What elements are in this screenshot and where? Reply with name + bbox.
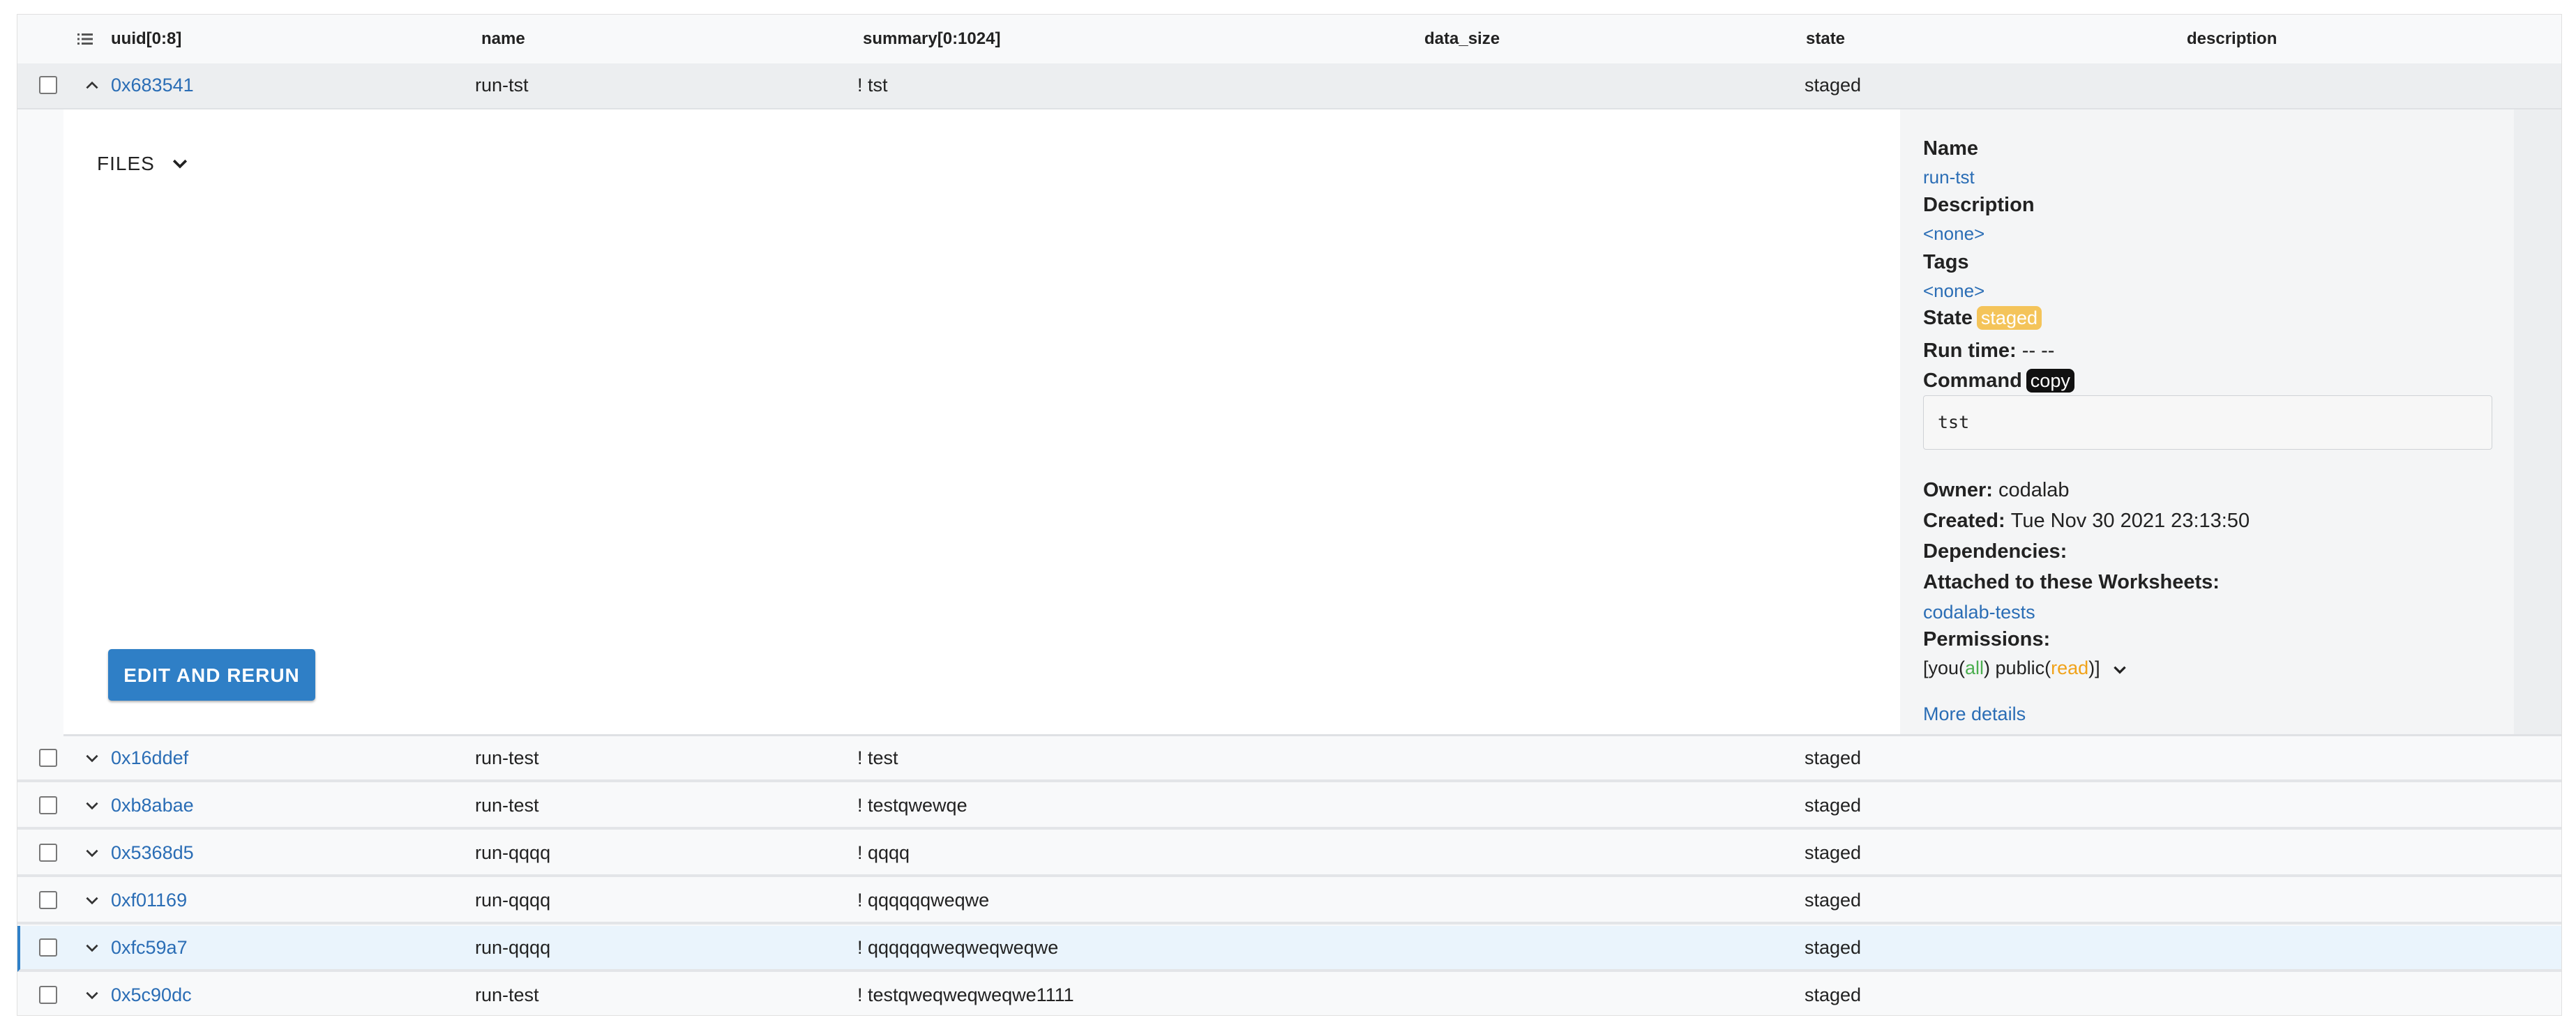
row-name: run-test (475, 984, 539, 1005)
row-state: staged (1805, 984, 1862, 1005)
row-checkbox[interactable] (39, 796, 57, 814)
row-checkbox[interactable] (39, 76, 57, 94)
created-row: Created: Tue Nov 30 2021 23:13:50 (1923, 510, 2250, 533)
tags-value[interactable]: <none> (1923, 280, 1984, 302)
header-description[interactable]: description (2187, 15, 2277, 63)
row-uuid-link[interactable]: 0x5368d5 (111, 831, 194, 874)
header-name[interactable]: name (481, 15, 525, 63)
table-row[interactable]: 0x16ddef run-test ! test staged (17, 736, 2561, 782)
row-name: run-tst (475, 75, 529, 96)
header-state[interactable]: state (1806, 15, 1845, 63)
perm-read: read (2051, 657, 2089, 678)
row-name: run-qqqq (475, 842, 551, 863)
perm-suffix: )] (2088, 657, 2100, 678)
state-label: State (1923, 307, 1973, 329)
row-summary: ! testqweqweqweqwe1111 (857, 984, 1074, 1005)
created-label: Created: (1923, 510, 2005, 532)
bundle-detail-panel: FILES EDIT AND RERUN Name run-tst Descri… (63, 109, 2561, 736)
row-summary: ! qqqqqqweqwe (857, 890, 990, 911)
description-label: Description (1923, 194, 2035, 216)
row-state: staged (1805, 75, 1862, 96)
name-value[interactable]: run-tst (1923, 167, 1975, 188)
command-box[interactable]: tst (1923, 395, 2492, 450)
table-header: uuid[0:8] name summary[0:1024] data_size… (17, 15, 2561, 64)
chevron-up-icon[interactable] (83, 76, 101, 94)
row-summary: ! tst (857, 75, 888, 96)
worksheet-link[interactable]: codalab-tests (1923, 602, 2035, 623)
owner-row: Owner: codalab (1923, 479, 2070, 502)
owner-label: Owner: (1923, 479, 1993, 501)
description-value[interactable]: <none> (1923, 223, 1984, 245)
chevron-down-icon[interactable] (170, 153, 190, 174)
created-value: Tue Nov 30 2021 23:13:50 (2010, 510, 2250, 532)
permissions-chevron-down-icon[interactable] (2111, 660, 2129, 678)
row-state: staged (1805, 747, 1862, 768)
state-row: State staged (1923, 306, 2042, 330)
row-uuid-link[interactable]: 0x5c90dc (111, 973, 192, 1017)
table-row-expanded[interactable]: 0x683541 run-tst ! tst staged (17, 63, 2561, 109)
row-name: run-test (475, 747, 539, 768)
table-row[interactable]: 0x5c90dc run-test ! testqweqweqweqwe1111… (17, 973, 2561, 1015)
table-row[interactable]: 0xf01169 run-qqqq ! qqqqqqweqwe staged (17, 878, 2561, 924)
chevron-down-icon[interactable] (83, 938, 101, 957)
row-checkbox[interactable] (39, 938, 57, 957)
runtime-label: Run time: (1923, 340, 2017, 362)
worksheets-label: Attached to these Worksheets: (1923, 571, 2220, 593)
more-details-link[interactable]: More details (1923, 703, 2026, 725)
row-name: run-qqqq (475, 890, 551, 911)
permissions-label: Permissions: (1923, 628, 2051, 650)
row-state: staged (1805, 890, 1862, 911)
tags-label: Tags (1923, 251, 1969, 273)
row-uuid-link[interactable]: 0xf01169 (111, 878, 187, 922)
permissions-value: [you(all) public(read)] (1923, 657, 2129, 679)
header-summary[interactable]: summary[0:1024] (863, 15, 1000, 63)
files-area: FILES EDIT AND RERUN (63, 109, 1900, 734)
chevron-down-icon[interactable] (83, 749, 101, 767)
perm-mid: ) public( (1984, 657, 2051, 678)
row-summary: ! test (857, 747, 898, 768)
name-label: Name (1923, 137, 1978, 160)
row-summary: ! qqqq (857, 842, 910, 863)
row-name: run-test (475, 795, 539, 816)
dependencies-label: Dependencies: (1923, 540, 2067, 563)
row-checkbox[interactable] (39, 986, 57, 1004)
row-checkbox[interactable] (39, 844, 57, 862)
command-row: Command copy (1923, 369, 2074, 393)
row-uuid-link[interactable]: 0xb8abae (111, 784, 194, 827)
row-state: staged (1805, 937, 1862, 958)
state-badge: staged (1976, 306, 2042, 330)
list-icon[interactable] (77, 32, 93, 46)
copy-button[interactable]: copy (2026, 369, 2074, 393)
chevron-down-icon[interactable] (83, 796, 101, 814)
edit-and-rerun-button[interactable]: EDIT AND RERUN (108, 649, 315, 701)
perm-all: all (1965, 657, 1984, 678)
row-checkbox[interactable] (39, 891, 57, 909)
row-checkbox[interactable] (39, 749, 57, 767)
header-uuid[interactable]: uuid[0:8] (111, 15, 181, 63)
row-name: run-qqqq (475, 937, 551, 958)
command-label: Command (1923, 370, 2022, 392)
row-uuid-link[interactable]: 0x16ddef (111, 736, 188, 779)
row-uuid-link[interactable]: 0x683541 (111, 63, 194, 107)
runtime-row: Run time: -- -- (1923, 340, 2054, 363)
chevron-down-icon[interactable] (83, 844, 101, 862)
perm-prefix: [you( (1923, 657, 1966, 678)
files-toggle[interactable]: FILES (97, 153, 155, 175)
runtime-value: -- -- (2021, 340, 2055, 362)
chevron-down-icon[interactable] (83, 891, 101, 909)
bundle-metadata-sidebar: Name run-tst Description <none> Tags <no… (1900, 109, 2514, 734)
table-row[interactable]: 0xb8abae run-test ! testqwewqe staged (17, 784, 2561, 830)
row-uuid-link[interactable]: 0xfc59a7 (111, 926, 188, 969)
table-row-selected[interactable]: 0xfc59a7 run-qqqq ! qqqqqqweqweqweqwe st… (17, 926, 2561, 972)
table-row[interactable]: 0x5368d5 run-qqqq ! qqqq staged (17, 831, 2561, 877)
header-data-size[interactable]: data_size (1424, 15, 1500, 63)
row-summary: ! testqwewqe (857, 795, 967, 816)
row-state: staged (1805, 795, 1862, 816)
owner-value: codalab (1998, 479, 2070, 501)
row-summary: ! qqqqqqweqweqweqwe (857, 937, 1059, 958)
row-state: staged (1805, 842, 1862, 863)
chevron-down-icon[interactable] (83, 986, 101, 1004)
bundle-table: uuid[0:8] name summary[0:1024] data_size… (17, 14, 2562, 1016)
